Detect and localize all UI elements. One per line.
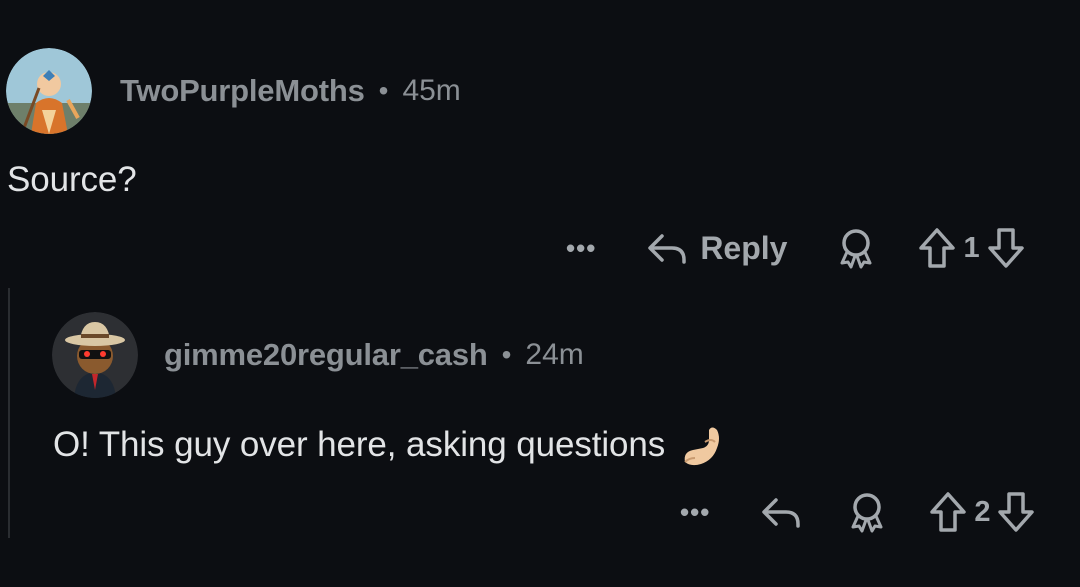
upvote-arrow-icon[interactable]: [917, 226, 957, 270]
comment-1-timestamp: 45m: [402, 74, 461, 107]
comment-1-vote-count: 1: [963, 231, 980, 264]
comment-2-body-row: O! This guy over here, asking questions: [53, 422, 725, 468]
comment-2-body: O! This guy over here, asking questions: [53, 425, 666, 464]
comment-thread: TwoPurpleMoths • 45m Source? ••• Reply 1…: [0, 0, 1080, 587]
reply-arrow-icon: [646, 228, 688, 268]
comment-1-header: TwoPurpleMoths • 45m: [6, 48, 461, 134]
comment-1-username[interactable]: TwoPurpleMoths: [120, 73, 365, 109]
comment-1-actions: ••• Reply 1: [566, 226, 1026, 270]
reply-arrow-icon[interactable]: [760, 492, 802, 532]
pinched-fingers-emoji: [679, 422, 725, 468]
avatar-gimme20regular-cash[interactable]: [52, 312, 138, 398]
downvote-arrow-icon[interactable]: [986, 226, 1026, 270]
award-icon[interactable]: [835, 226, 877, 270]
comment-2-username[interactable]: gimme20regular_cash: [164, 337, 488, 373]
avatar-twopurplemoths[interactable]: [6, 48, 92, 134]
upvote-arrow-icon[interactable]: [928, 490, 968, 534]
comment-1-more-button[interactable]: •••: [566, 233, 596, 264]
comment-2-more-button[interactable]: •••: [680, 497, 710, 528]
award-icon[interactable]: [846, 490, 888, 534]
comment-1-separator: •: [378, 75, 389, 106]
comment-2-header: gimme20regular_cash • 24m: [52, 312, 584, 398]
downvote-arrow-icon[interactable]: [996, 490, 1036, 534]
comment-2-actions: ••• 2: [680, 490, 1036, 534]
comment-1-reply-button[interactable]: Reply: [646, 228, 787, 268]
reply-label: Reply: [700, 229, 788, 266]
comment-2-separator: •: [501, 339, 512, 370]
comment-2-timestamp: 24m: [525, 338, 584, 371]
comment-1-body: Source?: [7, 160, 137, 199]
comment-2-vote-count: 2: [974, 495, 991, 528]
thread-line[interactable]: [8, 288, 10, 538]
